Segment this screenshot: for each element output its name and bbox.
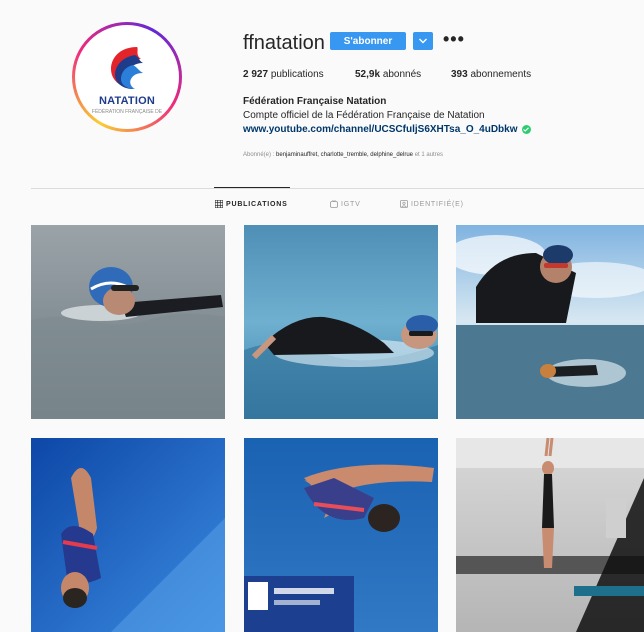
suggestions-dropdown-button[interactable]	[413, 32, 433, 50]
post-thumbnail[interactable]	[244, 225, 438, 419]
following-count-label: abonnements	[470, 69, 532, 80]
posts-count-value: 2 927	[243, 69, 269, 80]
diver-photo	[456, 438, 644, 632]
follow-button[interactable]: S'abonner	[330, 32, 406, 50]
verified-badge-icon	[521, 125, 531, 134]
followers-count[interactable]: 52,9k abonnés	[355, 69, 421, 80]
more-options-button[interactable]: •••	[443, 30, 465, 48]
profile-header: NATATION FÉDÉRATION FRANÇAISE DE ffnatat…	[0, 0, 644, 190]
igtv-icon	[330, 200, 338, 208]
tab-publications[interactable]: PUBLICATIONS	[215, 200, 288, 208]
tab-tagged[interactable]: IDENTIFIÉ(E)	[400, 200, 464, 208]
grid-icon	[215, 200, 223, 208]
avatar-sublabel: FÉDÉRATION FRANÇAISE DE	[91, 109, 163, 115]
swimmer-photo	[31, 225, 225, 419]
post-thumbnail[interactable]	[456, 225, 644, 419]
followers-count-value: 52,9k	[355, 69, 381, 80]
tab-publications-label: PUBLICATIONS	[226, 200, 288, 208]
profile-username: ffnatation	[243, 32, 325, 54]
profile-link[interactable]: www.youtube.com/channel/UCSCfuljS6XHTsa_…	[243, 124, 518, 135]
avatar-label: NATATION	[99, 95, 155, 107]
posts-count-label: publications	[270, 69, 324, 80]
tagged-icon	[400, 200, 408, 208]
tab-tagged-label: IDENTIFIÉ(E)	[411, 200, 464, 208]
swimmer-photo	[456, 225, 644, 419]
tabs-divider	[31, 188, 644, 189]
profile-tabs: PUBLICATIONS IGTV IDENTIFIÉ(E)	[0, 200, 644, 214]
followed-by[interactable]: Abonné(e) : benjaminauffret, charlotte_t…	[243, 152, 443, 158]
diver-photo	[244, 438, 438, 632]
active-tab-indicator	[214, 187, 290, 188]
followers-count-label: abonnés	[382, 69, 422, 80]
diver-photo	[31, 438, 225, 632]
chevron-down-icon	[419, 38, 427, 44]
post-thumbnail[interactable]	[456, 438, 644, 632]
avatar-image: NATATION FÉDÉRATION FRANÇAISE DE	[75, 25, 179, 129]
posts-count: 2 927 publications	[243, 69, 324, 80]
post-thumbnail[interactable]	[31, 438, 225, 632]
profile-link-row: www.youtube.com/channel/UCSCfuljS6XHTsa_…	[243, 124, 531, 135]
followed-by-suffix: et 1 autres	[414, 152, 444, 158]
tab-igtv[interactable]: IGTV	[330, 200, 361, 208]
post-thumbnail[interactable]	[244, 438, 438, 632]
followed-by-prefix: Abonné(e) :	[243, 152, 275, 158]
tab-igtv-label: IGTV	[341, 200, 361, 208]
following-count-value: 393	[451, 69, 468, 80]
swimmer-photo	[244, 225, 438, 419]
avatar[interactable]: NATATION FÉDÉRATION FRANÇAISE DE	[72, 22, 182, 132]
following-count[interactable]: 393 abonnements	[451, 69, 531, 80]
profile-bio: Compte officiel de la Fédération Françai…	[243, 110, 485, 121]
profile-full-name: Fédération Française Natation	[243, 96, 387, 107]
post-thumbnail[interactable]	[31, 225, 225, 419]
followed-by-names: benjaminauffret, charlotte_tremble, delp…	[276, 152, 414, 158]
